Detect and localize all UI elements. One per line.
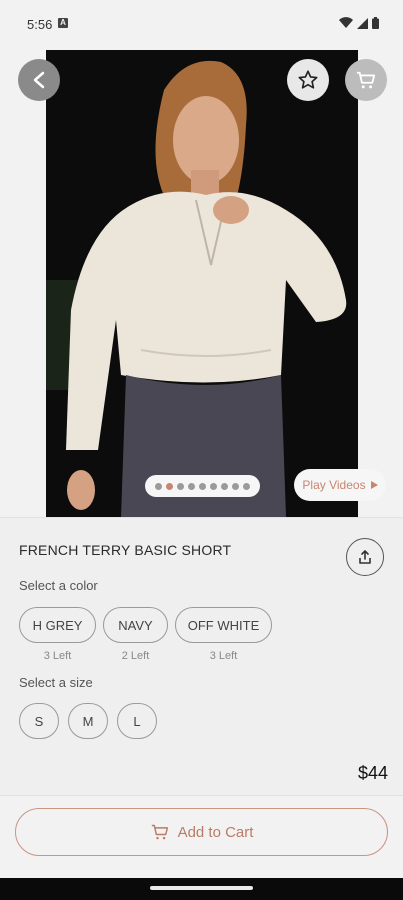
home-handle[interactable]	[150, 886, 253, 890]
status-icons	[339, 17, 379, 29]
carousel-dot[interactable]	[210, 482, 217, 490]
favorite-button[interactable]	[287, 59, 329, 101]
play-icon	[370, 481, 378, 489]
color-section-label: Select a color	[19, 578, 98, 593]
size-section-label: Select a size	[19, 675, 93, 690]
play-videos-button[interactable]: Play Videos	[294, 469, 386, 501]
cart-icon	[356, 71, 376, 89]
share-button[interactable]	[346, 538, 384, 576]
color-option-label: H GREY	[32, 617, 83, 633]
product-price: $44	[357, 763, 388, 783]
product-details: FRENCH TERRY BASIC SHORT Select a color …	[0, 517, 403, 800]
battery-icon	[372, 17, 379, 29]
add-to-cart-button[interactable]: Add to Cart	[15, 808, 388, 856]
back-button[interactable]	[18, 59, 60, 101]
add-to-cart-label: Add to Cart	[177, 823, 254, 841]
star-icon	[298, 70, 318, 89]
product-media: Play Videos	[0, 50, 403, 517]
system-nav-bar	[0, 878, 403, 900]
size-option-label: L	[133, 713, 141, 729]
color-option-label: NAVY	[118, 617, 153, 633]
cart-button[interactable]	[345, 59, 387, 101]
wifi-icon	[339, 17, 353, 28]
carousel-dot[interactable]	[166, 482, 173, 490]
color-stock-navy: 2 Left	[121, 650, 150, 662]
carousel-dot[interactable]	[199, 482, 206, 490]
color-option-off-white[interactable]: OFF WHITE	[175, 607, 272, 643]
color-stock-h-grey: 3 Left	[43, 650, 72, 662]
cart-icon	[151, 824, 168, 840]
carousel-dot[interactable]	[177, 482, 184, 490]
color-option-navy[interactable]: NAVY	[103, 607, 168, 643]
carousel-dot[interactable]	[188, 482, 195, 490]
carousel-dot[interactable]	[243, 482, 250, 490]
color-stock-off-white: 3 Left	[209, 650, 238, 662]
back-arrow-icon	[33, 71, 45, 89]
carousel-dot[interactable]	[232, 482, 239, 490]
signal-icon	[357, 17, 368, 29]
play-videos-label: Play Videos	[302, 478, 366, 492]
status-time: 5:56	[27, 17, 53, 32]
color-option-label: OFF WHITE	[187, 617, 260, 633]
carousel-dot[interactable]	[221, 482, 228, 490]
size-option-l[interactable]: L	[117, 703, 157, 739]
color-option-h-grey[interactable]: H GREY	[19, 607, 96, 643]
share-icon	[359, 550, 371, 564]
carousel-indicator[interactable]	[145, 475, 260, 497]
size-option-m[interactable]: M	[68, 703, 108, 739]
product-title: FRENCH TERRY BASIC SHORT	[19, 542, 232, 558]
size-option-s[interactable]: S	[19, 703, 59, 739]
size-option-label: M	[82, 713, 94, 729]
carousel-dot[interactable]	[155, 482, 162, 490]
cta-bar: Add to Cart	[0, 795, 403, 878]
notification-icon: A	[58, 18, 68, 28]
size-option-label: S	[34, 713, 44, 729]
status-bar: 5:56 A	[0, 0, 403, 50]
product-photo[interactable]	[46, 50, 358, 517]
